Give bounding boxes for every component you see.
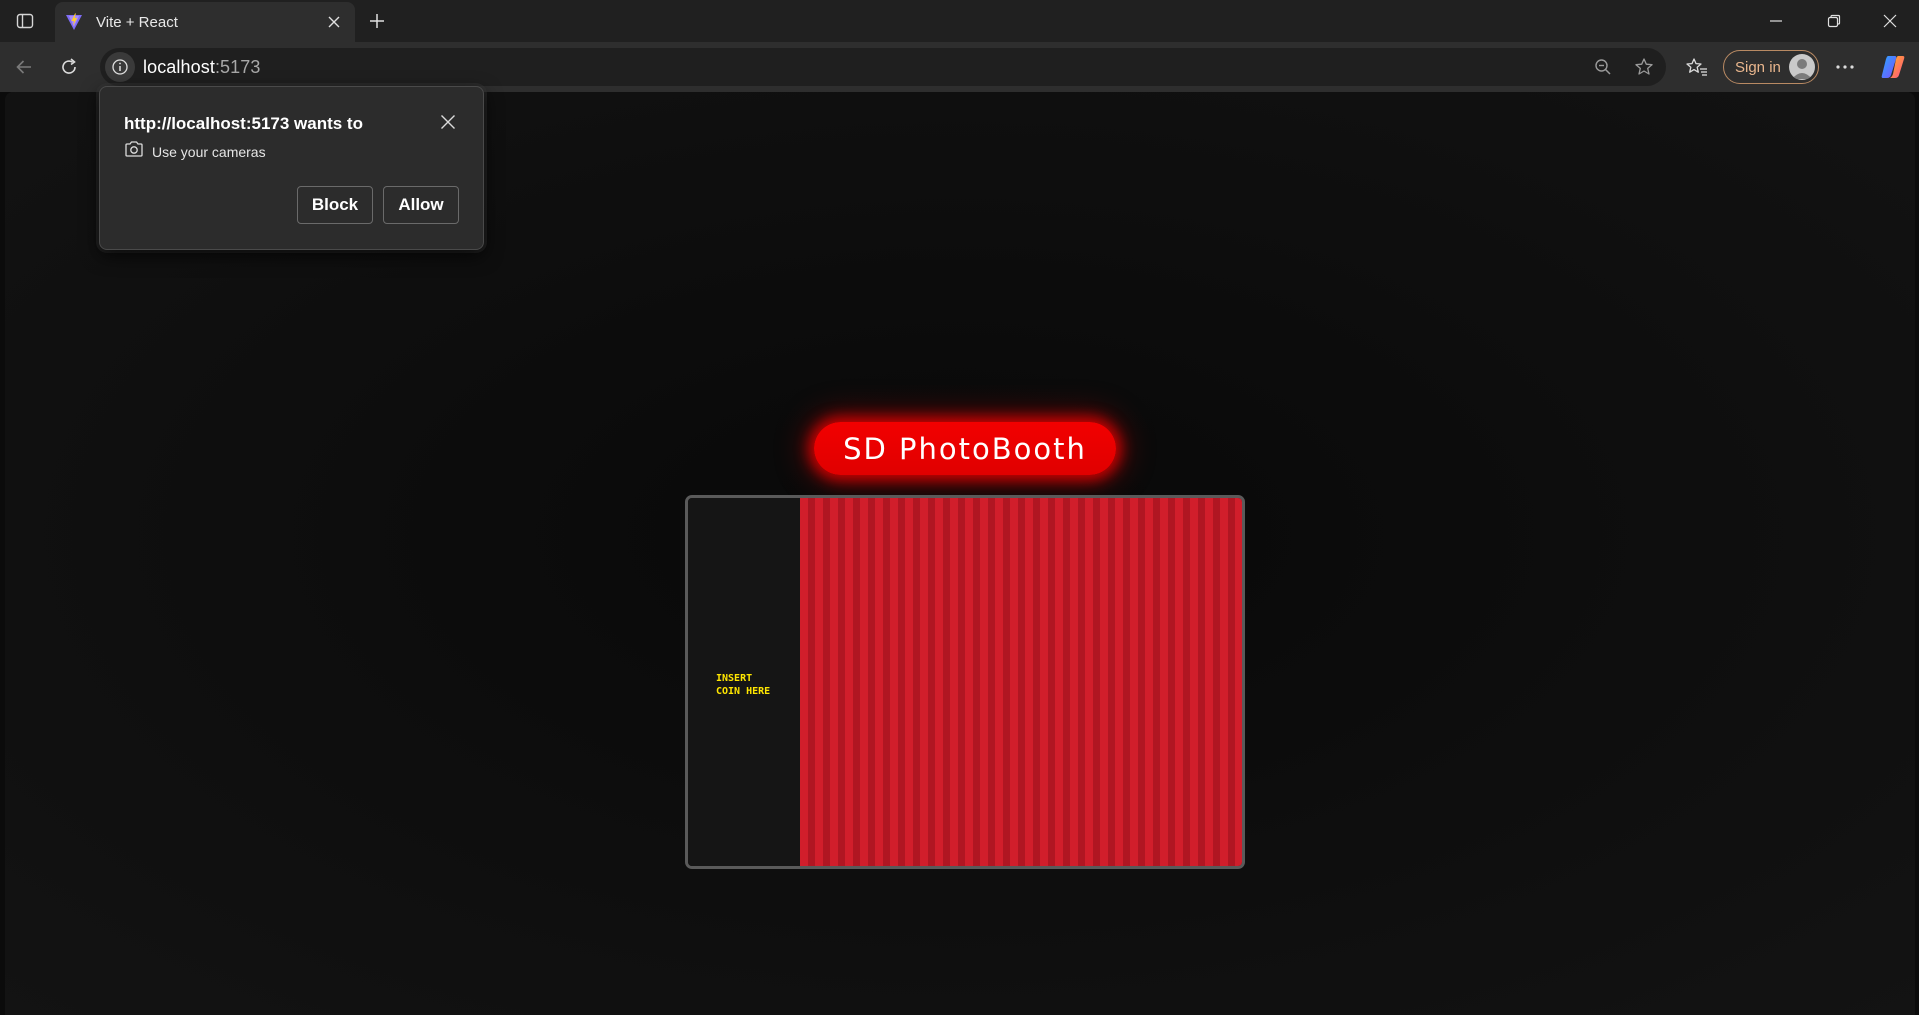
address-bar[interactable]: localhost:5173 <box>100 48 1666 86</box>
close-window-icon[interactable] <box>1861 0 1919 42</box>
app-title-banner: SD PhotoBooth <box>814 422 1116 475</box>
browser-toolbar: localhost:5173 Sign in <box>0 42 1919 92</box>
url-host: localhost <box>143 57 215 77</box>
close-icon[interactable] <box>435 109 461 135</box>
photobooth-frame: INSERT COIN HERE <box>685 495 1245 869</box>
url-text[interactable]: localhost:5173 <box>143 57 261 78</box>
favorites-icon[interactable] <box>1680 50 1714 84</box>
sign-in-label: Sign in <box>1735 58 1781 76</box>
back-arrow-icon[interactable] <box>7 50 41 84</box>
close-icon[interactable] <box>321 9 347 35</box>
user-avatar-icon <box>1789 54 1815 80</box>
copilot-icon[interactable] <box>1876 50 1910 84</box>
info-icon[interactable] <box>105 52 135 82</box>
insert-coin-label: INSERT COIN HERE <box>716 673 771 697</box>
permission-title: http://localhost:5173 wants to <box>124 114 363 133</box>
sign-in-button[interactable]: Sign in <box>1723 50 1819 84</box>
url-port: :5173 <box>214 57 261 77</box>
permission-request-row: Use your cameras <box>124 140 266 163</box>
active-tab[interactable]: Vite + React <box>55 2 355 42</box>
vite-favicon <box>65 13 83 31</box>
minimize-icon[interactable] <box>1747 0 1805 42</box>
booth-curtain[interactable] <box>800 498 1242 866</box>
coin-panel[interactable]: INSERT COIN HERE <box>688 498 800 866</box>
zoom-out-icon[interactable] <box>1588 52 1618 82</box>
restore-icon[interactable] <box>1805 0 1863 42</box>
tab-actions-icon[interactable] <box>10 8 40 34</box>
app-title: SD PhotoBooth <box>843 431 1087 466</box>
block-button[interactable]: Block <box>297 186 373 224</box>
permission-request-label: Use your cameras <box>152 143 266 160</box>
tab-title: Vite + React <box>96 13 178 31</box>
star-icon[interactable] <box>1629 52 1659 82</box>
tab-strip: Vite + React <box>0 0 1919 42</box>
plus-icon[interactable] <box>363 7 391 35</box>
allow-button[interactable]: Allow <box>383 186 459 224</box>
refresh-icon[interactable] <box>52 50 86 84</box>
camera-permission-popup: http://localhost:5173 wants to Use your … <box>99 86 484 250</box>
more-icon[interactable] <box>1828 50 1862 84</box>
camera-icon <box>124 140 144 163</box>
